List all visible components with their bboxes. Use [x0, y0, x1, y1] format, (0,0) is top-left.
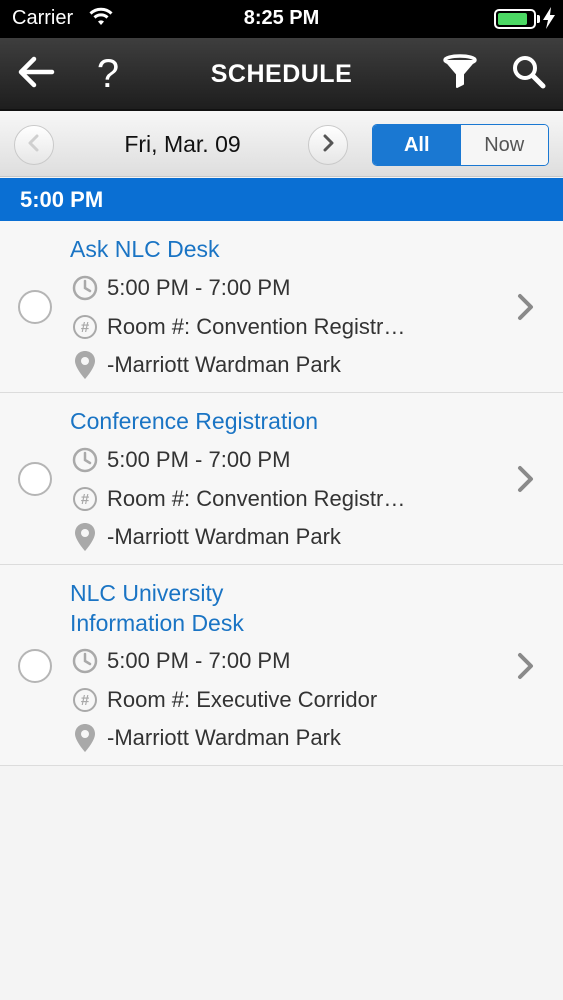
map-pin-icon: [72, 724, 98, 752]
chevron-right-icon: [514, 651, 538, 681]
session-time-text: 5:00 PM - 7:00 PM: [107, 648, 291, 673]
session-row[interactable]: Conference Registration 5:00 PM - 7:00 P…: [0, 393, 563, 565]
session-location-text: -Marriott Wardman Park: [107, 524, 341, 549]
time-filter-segmented-control: All Now: [372, 124, 549, 166]
map-pin-icon: [72, 351, 98, 379]
chevron-right-icon: [321, 134, 335, 157]
current-date: Fri, Mar. 09: [124, 131, 241, 157]
session-time-text: 5:00 PM - 7:00 PM: [107, 275, 291, 300]
battery-cap: [537, 15, 540, 23]
charging-bolt-icon: [542, 7, 556, 34]
chevron-right-icon: [514, 292, 538, 322]
session-location: -Marriott Wardman Park: [72, 349, 523, 381]
clock-icon: [72, 648, 98, 674]
session-room: # Room #: Executive Corridor: [72, 684, 523, 716]
filter-button[interactable]: [430, 38, 490, 111]
filter-icon: [443, 54, 477, 95]
chevron-left-icon: [27, 134, 41, 157]
status-bar: Carrier 8:25 PM: [0, 0, 563, 38]
session-room: # Room #: Convention Registr…: [72, 483, 523, 515]
clock-icon: [72, 447, 98, 473]
session-location: -Marriott Wardman Park: [72, 521, 523, 553]
battery-icon: [494, 9, 536, 29]
select-checkbox[interactable]: [18, 290, 52, 324]
session-title: Ask NLC Desk: [70, 234, 523, 264]
clock-time: 8:25 PM: [243, 7, 320, 29]
search-button[interactable]: [499, 38, 559, 111]
session-title-line: Conference Registration: [70, 408, 319, 434]
hash-icon: #: [72, 486, 98, 512]
session-time: 5:00 PM - 7:00 PM: [72, 645, 523, 677]
session-location-text: -Marriott Wardman Park: [107, 352, 341, 377]
session-title-line: NLC University: [70, 580, 224, 606]
hash-icon: #: [72, 687, 98, 713]
segment-all[interactable]: All: [373, 125, 461, 165]
map-pin-icon: [72, 523, 98, 551]
segment-now[interactable]: Now: [460, 125, 548, 165]
session-title-line: Information Desk: [70, 610, 244, 636]
session-location-text: -Marriott Wardman Park: [107, 725, 341, 750]
session-time-text: 5:00 PM - 7:00 PM: [107, 447, 291, 472]
navigation-bar: ? SCHEDULE: [0, 38, 563, 111]
session-row[interactable]: Ask NLC Desk 5:00 PM - 7:00 PM # Room #:…: [0, 221, 563, 393]
session-room-text: Room #: Convention Registr…: [107, 486, 406, 511]
session-room-text: Room #: Convention Registr…: [107, 314, 406, 339]
previous-day-button[interactable]: [14, 125, 54, 165]
session-title: NLC University Information Desk: [70, 578, 523, 638]
session-list: Ask NLC Desk 5:00 PM - 7:00 PM # Room #:…: [0, 221, 563, 766]
session-title-line: Ask NLC Desk: [70, 236, 220, 262]
hash-icon: #: [72, 314, 98, 340]
session-row[interactable]: NLC University Information Desk 5:00 PM …: [0, 565, 563, 766]
select-checkbox[interactable]: [18, 462, 52, 496]
chevron-right-icon: [514, 464, 538, 494]
session-time: 5:00 PM - 7:00 PM: [72, 272, 523, 304]
session-room: # Room #: Convention Registr…: [72, 311, 523, 343]
select-checkbox[interactable]: [18, 649, 52, 683]
section-header-time: 5:00 PM: [0, 178, 563, 221]
session-time: 5:00 PM - 7:00 PM: [72, 444, 523, 476]
session-location: -Marriott Wardman Park: [72, 722, 523, 754]
session-room-text: Room #: Executive Corridor: [107, 687, 378, 712]
session-title: Conference Registration: [70, 406, 523, 436]
search-icon: [511, 54, 547, 95]
clock-icon: [72, 275, 98, 301]
next-day-button[interactable]: [308, 125, 348, 165]
